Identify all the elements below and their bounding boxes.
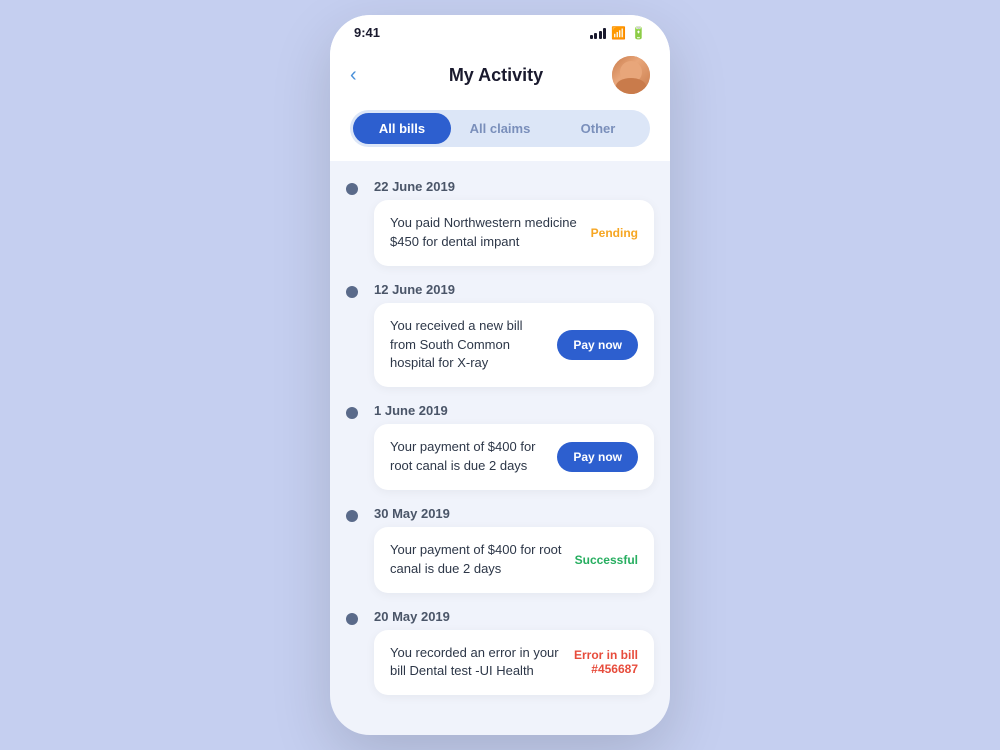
timeline-item-1: 22 June 2019 You paid Northwestern medic…: [330, 171, 670, 266]
card-text-5: You recorded an error in your bill Denta…: [390, 644, 574, 682]
badge-success-1: Successful: [575, 553, 638, 567]
timeline-item-5: 20 May 2019 You recorded an error in you…: [330, 601, 670, 696]
tab-all-claims[interactable]: All claims: [451, 113, 549, 144]
avatar[interactable]: [612, 56, 650, 94]
date-label-3: 1 June 2019: [374, 395, 670, 424]
timeline-item-4: 30 May 2019 Your payment of $400 for roo…: [330, 498, 670, 593]
card-text-4: Your payment of $400 for root canal is d…: [390, 541, 575, 579]
timeline-item-2: 12 June 2019 You received a new bill fro…: [330, 274, 670, 388]
card-text-1: You paid Northwestern medicine $450 for …: [390, 214, 591, 252]
wifi-icon: 📶: [611, 26, 626, 40]
date-label-2: 12 June 2019: [374, 274, 670, 303]
activity-card-4: Your payment of $400 for root canal is d…: [374, 527, 654, 593]
page-title: My Activity: [449, 65, 543, 86]
back-button[interactable]: ‹: [350, 64, 380, 87]
tab-all-bills[interactable]: All bills: [353, 113, 451, 144]
tab-bar: All bills All claims Other: [350, 110, 650, 147]
activity-card-3: Your payment of $400 for root canal is d…: [374, 424, 654, 490]
activity-card-2: You received a new bill from South Commo…: [374, 303, 654, 388]
card-text-3: Your payment of $400 for root canal is d…: [390, 438, 557, 476]
status-icons: 📶 🔋: [590, 26, 646, 40]
tabs-container: All bills All claims Other: [330, 110, 670, 161]
timeline-dot-2: [346, 286, 358, 298]
timeline-dot-1: [346, 183, 358, 195]
signal-icon: [590, 27, 607, 39]
date-label-4: 30 May 2019: [374, 498, 670, 527]
battery-icon: 🔋: [631, 26, 646, 40]
date-label-5: 20 May 2019: [374, 601, 670, 630]
pay-now-button-1[interactable]: Pay now: [557, 330, 638, 360]
avatar-image: [612, 56, 650, 94]
pay-now-button-2[interactable]: Pay now: [557, 442, 638, 472]
date-label-1: 22 June 2019: [374, 171, 670, 200]
time-display: 9:41: [354, 25, 380, 40]
activity-list: 22 June 2019 You paid Northwestern medic…: [330, 161, 670, 735]
status-bar: 9:41 📶 🔋: [330, 15, 670, 46]
timeline-item-3: 1 June 2019 Your payment of $400 for roo…: [330, 395, 670, 490]
activity-card-5: You recorded an error in your bill Denta…: [374, 630, 654, 696]
header: ‹ My Activity: [330, 46, 670, 110]
badge-error-1: Error in bill #456687: [574, 648, 638, 676]
phone-frame: 9:41 📶 🔋 ‹ My Activity All bills All cl: [330, 15, 670, 735]
card-text-2: You received a new bill from South Commo…: [390, 317, 557, 374]
timeline-dot-3: [346, 407, 358, 419]
tab-other[interactable]: Other: [549, 113, 647, 144]
timeline-dot-4: [346, 510, 358, 522]
badge-pending-1: Pending: [591, 226, 638, 240]
activity-card-1: You paid Northwestern medicine $450 for …: [374, 200, 654, 266]
timeline-dot-5: [346, 613, 358, 625]
